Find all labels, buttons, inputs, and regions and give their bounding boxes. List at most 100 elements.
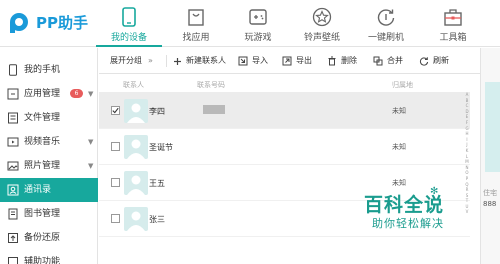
double-chevron-right-icon: »: [148, 56, 153, 65]
merge-label: 合并: [387, 56, 403, 65]
sidebar-item-book-management[interactable]: 图书管理: [0, 202, 98, 226]
nav-play-games[interactable]: 玩游戏: [225, 0, 291, 47]
photo-icon: [7, 161, 19, 171]
apps-icon: [7, 88, 19, 100]
sidebar-item-label: 照片管理: [24, 161, 61, 171]
sidebar-item-label: 备份还原: [24, 233, 61, 243]
expand-group-button[interactable]: 展开分组 »: [110, 55, 153, 67]
sidebar-item-label: 视频音乐: [24, 137, 61, 147]
contacts-table-header: 联系人 联系号码 归属地: [99, 75, 470, 93]
row-checkbox[interactable]: [111, 178, 120, 187]
toolbar-divider: [166, 55, 167, 67]
app-logo[interactable]: PP助手: [8, 8, 88, 36]
person-icon: [127, 175, 145, 195]
contact-name: 张三: [149, 215, 165, 224]
column-header-number[interactable]: 联系号码: [197, 80, 225, 90]
person-icon: [127, 103, 145, 123]
chevron-down-icon[interactable]: ▼: [88, 162, 93, 170]
contact-location: 未知: [392, 143, 406, 151]
sidebar-item-video-music[interactable]: 视频音乐 ▼: [0, 130, 98, 154]
new-contact-button[interactable]: 新建联系人: [173, 55, 226, 67]
table-row[interactable]: 圣诞节 未知: [99, 129, 470, 165]
row-checkbox[interactable]: [111, 214, 120, 223]
tools-icon: [8, 257, 18, 264]
trash-icon: [328, 56, 336, 66]
video-icon: [7, 137, 19, 147]
sidebar-item-photo-management[interactable]: 照片管理 ▼: [0, 154, 98, 178]
top-navigation-bar: PP助手 我的设备 找应用 玩游戏 铃声壁纸 一键刷机 工具箱: [0, 0, 500, 47]
toolbox-icon: [444, 9, 462, 26]
refresh-icon: [419, 57, 429, 66]
refresh-button[interactable]: 刷新: [419, 55, 449, 67]
refresh-label: 刷新: [433, 56, 449, 65]
app-logo-text: PP助手: [36, 13, 88, 32]
book-icon: [8, 208, 18, 220]
sidebar-item-label: 辅助功能: [24, 257, 61, 264]
backup-icon: [8, 233, 18, 243]
detail-field-value: 888: [483, 200, 497, 208]
person-icon: [127, 211, 145, 231]
table-row[interactable]: 李四 未知: [99, 93, 470, 129]
contact-name: 王五: [149, 179, 165, 188]
sidebar-item-my-phone[interactable]: 我的手机: [0, 58, 98, 82]
paw-icon: ✻: [430, 186, 439, 197]
export-button[interactable]: 导出: [282, 55, 312, 67]
sidebar-item-label: 我的手机: [24, 65, 61, 75]
sidebar-item-backup-restore[interactable]: 备份还原: [0, 226, 98, 250]
sidebar-item-app-management[interactable]: 应用管理 6 ▼: [0, 82, 98, 106]
import-icon: [238, 56, 248, 66]
new-contact-label: 新建联系人: [186, 56, 226, 65]
row-checkbox[interactable]: [111, 106, 120, 115]
alphabet-index-letter[interactable]: V: [463, 209, 471, 215]
sidebar-item-label: 通讯录: [24, 185, 52, 195]
nav-label: 找应用: [182, 33, 210, 43]
sidebar-item-contacts[interactable]: 通讯录: [0, 178, 98, 202]
delete-button[interactable]: 删除: [327, 55, 357, 67]
column-header-contact[interactable]: 联系人: [123, 80, 144, 90]
contact-location: 未知: [392, 107, 406, 115]
sidebar-item-label: 图书管理: [24, 209, 61, 219]
sidebar-item-file-management[interactable]: 文件管理: [0, 106, 98, 130]
column-header-location[interactable]: 归属地: [392, 80, 413, 90]
star-icon: [312, 7, 332, 27]
sidebar: 我的手机 应用管理 6 ▼ 文件管理 视频音乐 ▼ 照片管理 ▼ 通讯录 图书管…: [0, 48, 98, 264]
nav-label: 我的设备: [110, 33, 147, 43]
row-checkbox[interactable]: [111, 142, 120, 151]
export-icon: [282, 56, 292, 66]
expand-group-label: 展开分组: [110, 56, 142, 65]
import-button[interactable]: 导入: [238, 55, 268, 67]
chevron-down-icon[interactable]: ▼: [88, 90, 93, 98]
chevron-down-icon[interactable]: ▼: [88, 138, 93, 146]
person-icon: [127, 139, 145, 159]
sidebar-item-label: 文件管理: [24, 113, 61, 123]
refresh-circle-icon: [377, 9, 395, 26]
contact-avatar: [124, 207, 148, 231]
plus-icon: [174, 57, 181, 65]
contact-number-redacted: [203, 105, 225, 114]
pp-logo-icon: [8, 9, 34, 35]
merge-icon: [373, 56, 383, 66]
nav-find-apps[interactable]: 找应用: [163, 0, 229, 47]
contact-location: 未知: [392, 179, 406, 187]
sidebar-item-helper-tools[interactable]: 辅助功能: [0, 250, 98, 264]
update-count-badge: 6: [70, 89, 83, 98]
file-icon: [8, 112, 18, 124]
contact-avatar: [124, 135, 148, 159]
nav-toolbox[interactable]: 工具箱: [420, 0, 486, 47]
bag-icon: [188, 9, 204, 26]
nav-my-device[interactable]: 我的设备: [96, 0, 162, 47]
alphabet-index[interactable]: ABCDEFGHIJKLMNOPQRSTUV: [463, 92, 471, 215]
contacts-toolbar: 展开分组 » 新建联系人 导入 导出 删除 合并 刷新: [99, 48, 480, 74]
phone-icon: [9, 64, 17, 76]
nav-ringtones-wallpapers[interactable]: 铃声壁纸: [289, 0, 355, 47]
nav-label: 铃声壁纸: [303, 33, 340, 43]
export-label: 导出: [296, 56, 312, 65]
checkmark-icon: [112, 107, 119, 114]
phone-icon: [122, 7, 136, 27]
watermark-sub-text: 助你轻松解决: [372, 217, 444, 230]
contact-detail-panel: 住宅 888: [480, 48, 500, 264]
merge-button[interactable]: 合并: [373, 55, 403, 67]
contacts-icon: [7, 184, 19, 196]
contact-avatar: [124, 99, 148, 123]
nav-one-click-flash[interactable]: 一键刷机: [353, 0, 419, 47]
